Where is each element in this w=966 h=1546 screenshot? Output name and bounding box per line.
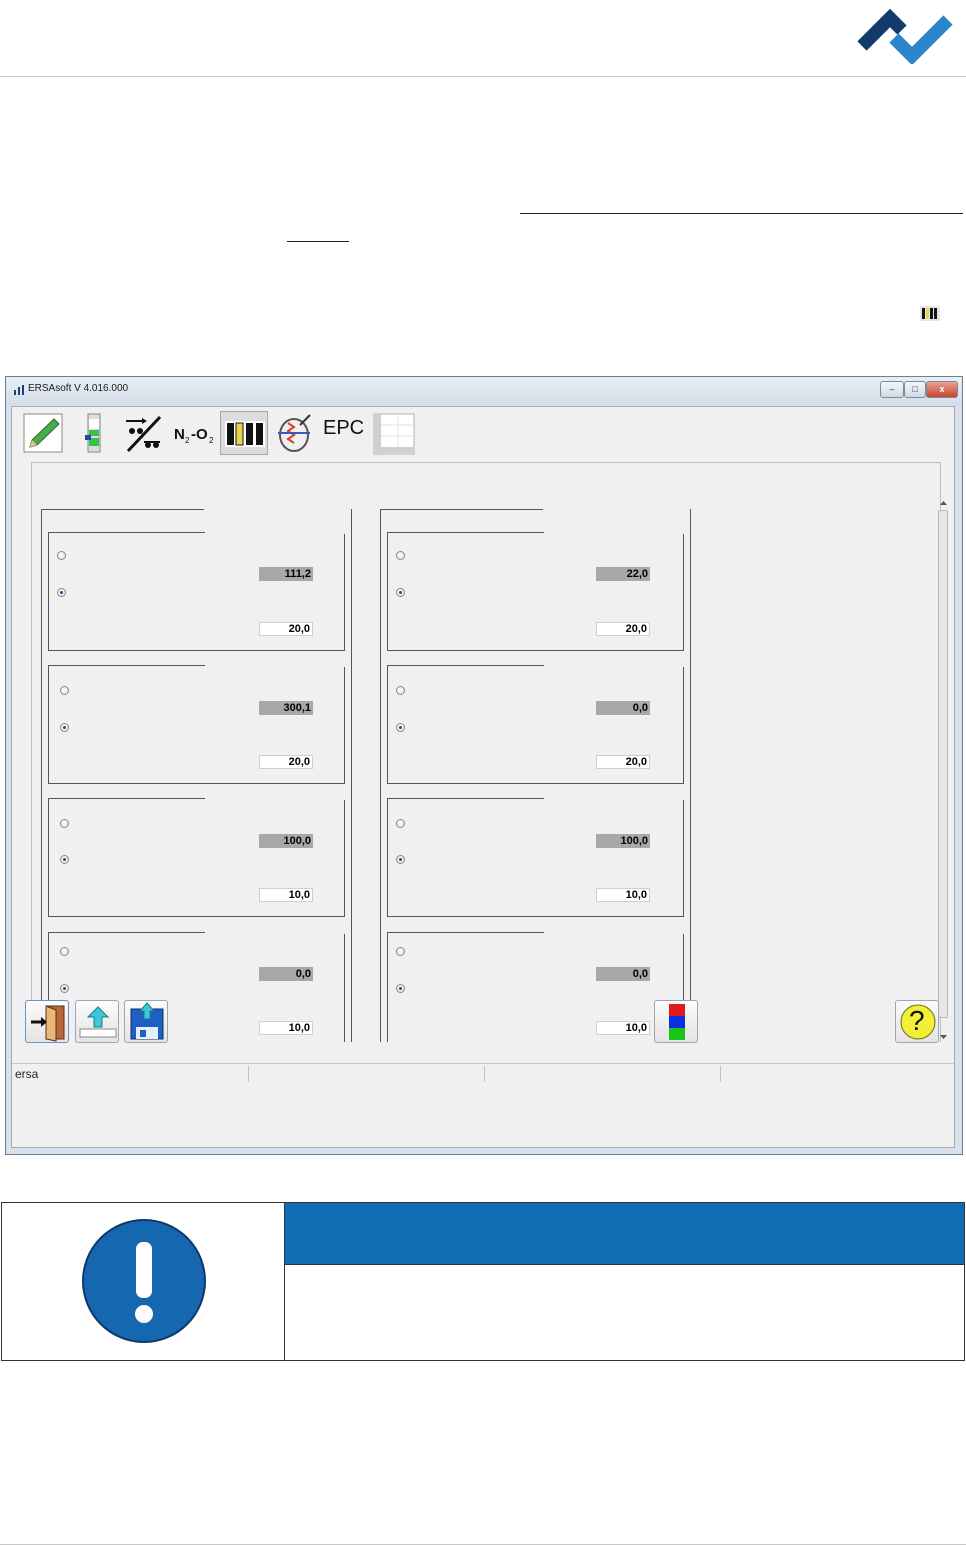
toolbar-n2-o2-button[interactable]: N 2 -O 2 xyxy=(170,411,218,455)
status-bar: ersa xyxy=(12,1063,954,1084)
mode-radio-2[interactable] xyxy=(57,588,66,597)
left-zone-group: 111,2 20,0 300,1 20,0 100,0 10,0 0,0 10,… xyxy=(41,509,352,1042)
mode-radio-1[interactable] xyxy=(396,686,405,695)
svg-text:2: 2 xyxy=(185,436,190,445)
exclamation-icon xyxy=(82,1219,206,1343)
notice-box xyxy=(1,1202,965,1361)
zone-box: 0,0 10,0 xyxy=(387,932,684,1042)
n2-o2-icon: N 2 -O 2 xyxy=(174,426,214,445)
mode-radio-1[interactable] xyxy=(396,819,405,828)
actual-value: 100,0 xyxy=(259,834,313,848)
exit-button[interactable] xyxy=(25,1000,69,1043)
mode-radio-2[interactable] xyxy=(396,855,405,864)
mode-radio-1[interactable] xyxy=(60,819,69,828)
setpoint-input[interactable]: 10,0 xyxy=(259,1021,313,1035)
actual-value: 111,2 xyxy=(259,567,313,581)
save-button[interactable] xyxy=(124,1000,168,1043)
toolbar-edit-button[interactable] xyxy=(20,411,68,455)
help-button[interactable]: ? xyxy=(895,1000,939,1043)
maximize-button[interactable]: □ xyxy=(904,381,926,398)
scroll-up-icon[interactable] xyxy=(940,500,947,506)
setpoint-input[interactable]: 20,0 xyxy=(259,622,313,636)
right-zone-group: 22,0 20,0 0,0 20,0 100,0 10,0 0,0 10,0 xyxy=(380,509,691,1042)
svg-text:2: 2 xyxy=(209,436,214,445)
conveyor-icon xyxy=(126,415,162,453)
vertical-scrollbar[interactable] xyxy=(937,498,950,1042)
zones-inline-icon xyxy=(920,306,940,321)
text-underline xyxy=(520,213,963,214)
status-user: ersa xyxy=(15,1067,39,1081)
app-window: ERSAsoft V 4.016.000 – □ x N 2 -O 2 EPC … xyxy=(5,376,963,1155)
setpoint-input[interactable]: 20,0 xyxy=(259,755,313,769)
toolbar-profile-button[interactable] xyxy=(70,411,118,455)
app-icon xyxy=(14,385,24,395)
load-button[interactable] xyxy=(75,1000,119,1043)
title-bar: ERSAsoft V 4.016.000 – □ x xyxy=(6,377,962,405)
zone-box: 300,1 20,0 xyxy=(48,665,345,784)
toolbar-table-button[interactable] xyxy=(370,411,418,455)
text-underline-short xyxy=(287,241,349,242)
save-disk-icon xyxy=(130,1002,164,1040)
mode-radio-2[interactable] xyxy=(396,984,405,993)
mode-radio-2[interactable] xyxy=(60,855,69,864)
setpoint-input[interactable]: 20,0 xyxy=(596,622,650,636)
setpoint-input[interactable]: 20,0 xyxy=(596,755,650,769)
status-colors-button[interactable] xyxy=(654,1000,698,1043)
exit-door-icon xyxy=(31,1005,65,1042)
mode-radio-2[interactable] xyxy=(396,723,405,732)
client-area: N 2 -O 2 EPC 111,2 20,0 300,1 20,0 100,0… xyxy=(11,406,955,1148)
epc-icon: EPC xyxy=(323,417,365,439)
window-title: ERSAsoft V 4.016.000 xyxy=(28,383,129,394)
zone-box: 111,2 20,0 xyxy=(48,532,345,651)
mode-radio-2[interactable] xyxy=(60,984,69,993)
zones-panel: 111,2 20,0 300,1 20,0 100,0 10,0 0,0 10,… xyxy=(31,462,948,1042)
zone-box: 22,0 20,0 xyxy=(387,532,684,651)
toolbar-epc-button[interactable]: EPC xyxy=(320,411,368,455)
svg-text:-O: -O xyxy=(191,426,208,443)
actual-value: 300,1 xyxy=(259,701,313,715)
svg-text:N: N xyxy=(174,426,185,443)
mode-radio-2[interactable] xyxy=(396,588,405,597)
color-status-icon xyxy=(669,1004,685,1040)
mode-radio-1[interactable] xyxy=(60,686,69,695)
upload-icon xyxy=(79,1006,117,1038)
zone-box: 100,0 10,0 xyxy=(48,798,345,917)
mode-radio-1[interactable] xyxy=(396,551,405,560)
profile-bar-icon xyxy=(85,413,101,453)
actual-value: 22,0 xyxy=(596,567,650,581)
setpoint-input[interactable]: 10,0 xyxy=(596,888,650,902)
heater-icon xyxy=(278,414,311,452)
zones-icon xyxy=(225,421,265,447)
status-separator xyxy=(484,1066,485,1082)
status-separator xyxy=(720,1066,721,1082)
toolbar-conveyor-button[interactable] xyxy=(120,411,168,455)
table-icon xyxy=(373,413,415,455)
ersa-logo xyxy=(857,8,953,64)
scroll-down-icon[interactable] xyxy=(940,1034,947,1040)
pencil-icon xyxy=(23,413,63,453)
mode-radio-1[interactable] xyxy=(60,947,69,956)
mode-radio-1[interactable] xyxy=(57,551,66,560)
actual-value: 0,0 xyxy=(596,967,650,981)
close-button[interactable]: x xyxy=(926,381,958,398)
mode-radio-1[interactable] xyxy=(396,947,405,956)
status-separator xyxy=(248,1066,249,1082)
footer-rule xyxy=(0,1544,966,1545)
notice-header xyxy=(285,1203,964,1265)
zone-box: 100,0 10,0 xyxy=(387,798,684,917)
actual-value: 0,0 xyxy=(259,967,313,981)
setpoint-input[interactable]: 10,0 xyxy=(259,888,313,902)
actual-value: 0,0 xyxy=(596,701,650,715)
header-rule xyxy=(0,76,966,77)
toolbar-heater-button[interactable] xyxy=(270,411,318,455)
zone-box: 0,0 20,0 xyxy=(387,665,684,784)
minimize-button[interactable]: – xyxy=(880,381,904,398)
setpoint-input[interactable]: 10,0 xyxy=(596,1021,650,1035)
mode-radio-2[interactable] xyxy=(60,723,69,732)
toolbar-zones-button[interactable] xyxy=(220,411,268,455)
scrollbar-thumb[interactable] xyxy=(938,510,948,1018)
actual-value: 100,0 xyxy=(596,834,650,848)
help-label: ? xyxy=(909,1005,925,1036)
